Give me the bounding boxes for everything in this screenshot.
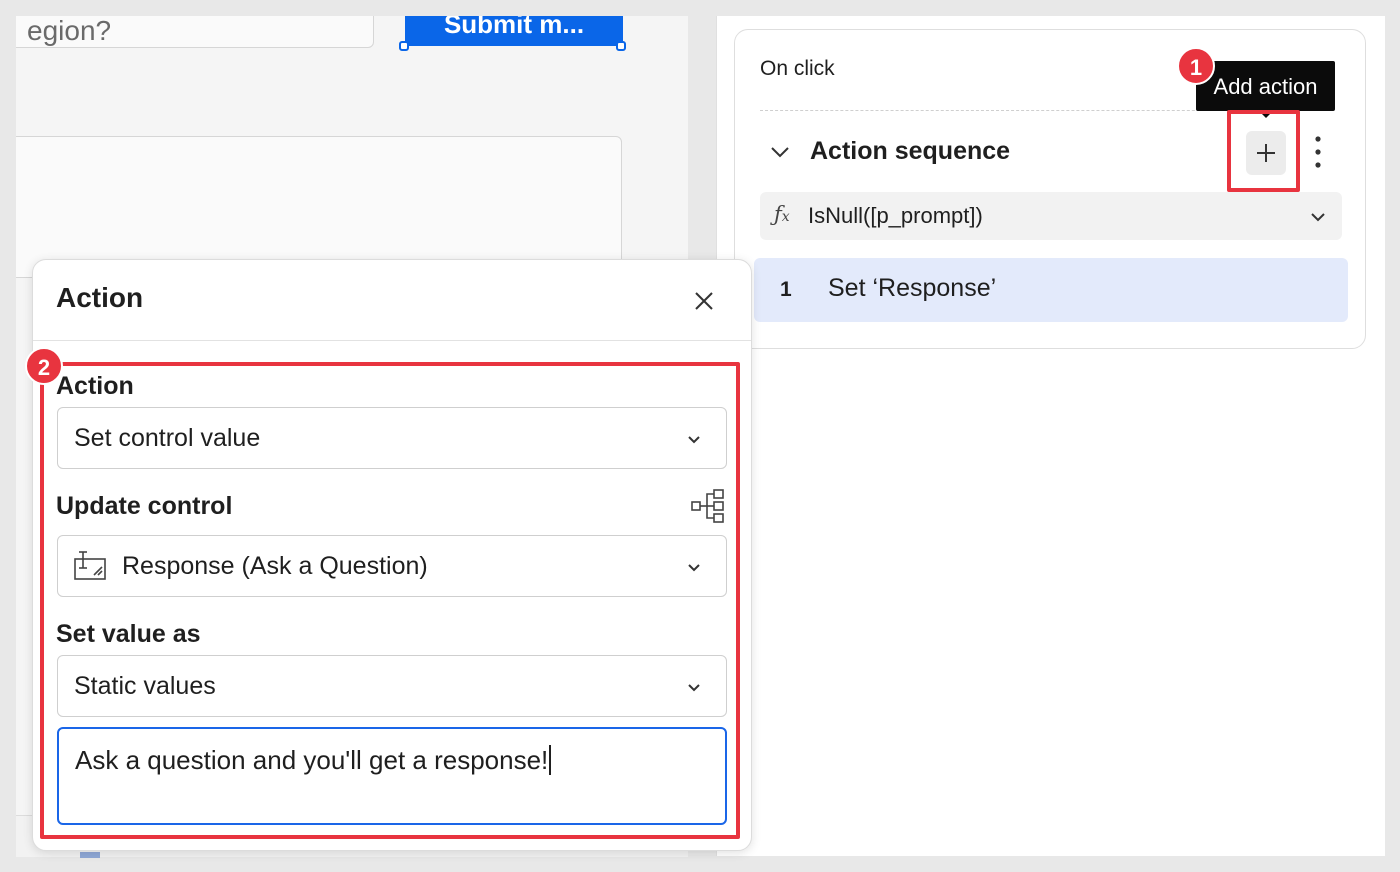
condition-row[interactable]: ƒx IsNull([p_prompt]) — [760, 192, 1342, 240]
resize-handle-bottom-right[interactable] — [616, 41, 626, 51]
highlight-box-add-action — [1227, 110, 1300, 192]
highlight-box-action-form — [40, 362, 740, 839]
on-click-label: On click — [760, 57, 835, 80]
chevron-down-icon[interactable] — [770, 142, 790, 162]
action-popup-title: Action — [56, 282, 144, 313]
chevron-down-icon[interactable] — [1310, 209, 1326, 225]
resize-handle-bottom-left[interactable] — [399, 41, 409, 51]
step-badge-2: 2 — [25, 347, 63, 385]
popup-header-divider — [33, 340, 751, 341]
step-number: 1 — [780, 278, 792, 301]
canvas-region-field-text: egion? — [27, 16, 112, 46]
card-divider — [760, 110, 1230, 111]
action-step-row[interactable]: 1 Set ‘Response’ — [754, 258, 1348, 322]
fx-icon: ƒx — [774, 202, 790, 226]
condition-formula: IsNull([p_prompt]) — [808, 203, 983, 228]
action-sequence-title: Action sequence — [810, 137, 1011, 165]
canvas-region-field[interactable]: egion? — [16, 16, 374, 48]
canvas-element-box[interactable] — [16, 136, 622, 278]
canvas-bottom-marker — [80, 852, 100, 858]
add-action-tooltip: Add action — [1196, 61, 1335, 111]
step-badge-1: 1 — [1177, 47, 1215, 85]
more-options-icon[interactable] — [1308, 134, 1328, 170]
submit-button[interactable]: Submit m... — [405, 16, 623, 46]
step-label: Set ‘Response’ — [828, 274, 997, 302]
close-icon[interactable] — [692, 289, 716, 313]
